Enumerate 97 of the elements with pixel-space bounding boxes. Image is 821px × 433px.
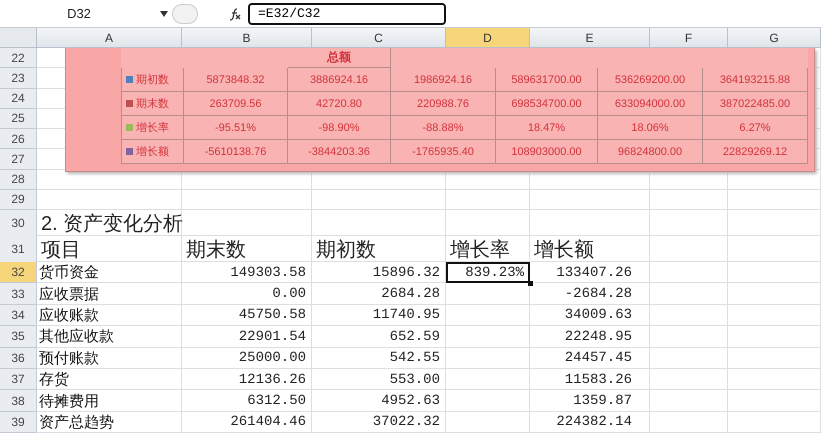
chart-table-cell: 5873848.32 [184,68,288,92]
chart-table-cell: -98.90% [288,116,391,140]
table-cell-text: 149303.58 [229,264,307,283]
table-cell-text: 2684.28 [380,285,441,304]
dropdown-caret-icon[interactable] [160,10,168,16]
table-cell-text: 25000.00 [238,349,307,368]
chart-table-cell: 18.06% [598,116,703,140]
table-cell-text: 0.00 [271,285,307,304]
formula-field[interactable]: =E32/C32 [248,2,446,24]
table-cell-text: 应收账款 [38,306,100,326]
legend-label: 期初数 [136,72,169,87]
row-header[interactable]: 34 [0,304,37,326]
row-header[interactable]: 32 [0,262,37,284]
column-header[interactable]: A [37,28,182,48]
column-header[interactable]: D [446,28,530,48]
chart-table-cell: 364193215.88 [703,68,808,92]
chart-table-cell: 96824800.00 [598,140,703,164]
table-cell-text: 133407.26 [555,264,633,283]
column-header[interactable]: B [182,28,312,48]
table-cell-text: 224382.14 [555,413,633,432]
row-header[interactable]: 24 [0,88,37,109]
chart-table-cell: 698534700.00 [496,92,598,116]
row-header[interactable]: 27 [0,149,37,170]
table-cell-text: 货币资金 [38,263,100,284]
row-header[interactable]: 39 [0,412,37,433]
table-cell-text: 6312.50 [246,392,307,412]
table-cell-text: 11740.95 [372,306,441,326]
chart-table-cell: 6.27% [703,116,808,140]
table-cell-text: -2684.28 [564,285,633,304]
chart-table-header: 总额 [288,48,391,68]
table-cell-text: 22248.95 [564,328,633,347]
table-cell-text: 261404.46 [229,413,307,432]
active-cell[interactable]: 839.23% [446,262,530,284]
column-header[interactable]: E [530,28,650,48]
row-header[interactable]: 36 [0,348,37,369]
chart-table-cell: -3844203.36 [288,140,391,164]
chart-table-cell: 108903000.00 [496,140,598,164]
row-header[interactable]: 37 [0,368,37,390]
chart-table-cell: 633094000.00 [598,92,703,116]
column-heading: 项目 [40,238,81,263]
chart-table-cell: 536269200.00 [598,68,703,92]
row-header[interactable]: 26 [0,129,37,150]
column-heading: 增长额 [533,238,594,263]
table-cell-text: 4952.63 [380,392,441,412]
table-cell-text: 12136.26 [238,370,307,390]
row-header[interactable]: 31 [0,236,37,263]
chart-table-cell: 220988.76 [391,92,496,116]
table-cell-text: 553.00 [388,370,441,390]
row-header[interactable]: 23 [0,68,37,88]
chart-table-cell: 18.47% [496,116,598,140]
table-cell-text: 1359.87 [572,392,633,412]
row-header[interactable]: 33 [0,283,37,305]
column-header[interactable]: G [728,28,821,48]
row-header[interactable]: 35 [0,326,37,348]
name-box[interactable]: D32 [4,2,154,24]
table-cell-text: 24457.45 [564,349,633,368]
row-header[interactable]: 25 [0,108,37,129]
table-cell-text: 37022.32 [372,413,441,432]
column-header[interactable]: C [312,28,446,48]
table-cell-text: 应收票据 [38,284,100,305]
column-heading: 期末数 [185,238,246,263]
table-cell-text: 其他应收款 [38,327,115,348]
column-header[interactable]: F [650,28,728,48]
legend-label: 期末数 [136,97,169,111]
chart-table-cell: 1986924.16 [391,68,496,92]
column-heading: 增长率 [449,238,510,263]
section-title: 2. 资产变化分析 [40,212,184,237]
chart-table-cell: 263709.56 [184,92,288,116]
row-header[interactable]: 29 [0,190,37,210]
chart-table-cell: 42720.80 [288,92,391,116]
chart-table-cell: 22829269.12 [703,140,808,164]
table-cell-text: 11583.26 [564,370,633,390]
row-header[interactable]: 38 [0,390,37,412]
chart-table-cell: -88.88% [391,116,496,140]
table-cell-text: 15896.32 [372,264,441,283]
table-cell-text: 34009.63 [564,306,633,326]
chart-table-cell: -95.51% [184,116,288,140]
row-header[interactable]: 28 [0,170,37,190]
column-heading: 期初数 [315,238,376,263]
table-cell-text: 22901.54 [238,328,307,347]
row-header[interactable]: 22 [0,48,37,68]
chart-table-cell: 387022485.00 [703,92,808,116]
table-cell-text: 542.55 [388,349,441,368]
chart-table-cell: 589631700.00 [496,68,598,92]
chart-table-cell: 3886924.16 [288,68,391,92]
table-cell-text: 存货 [38,370,70,390]
table-cell-text: 资产总趋势 [38,412,115,433]
chart-table-cell: -1765935.40 [391,140,496,164]
table-cell-text: 45750.58 [238,306,307,326]
table-cell-text: 652.59 [388,328,441,347]
legend-label: 增长率 [136,120,169,135]
table-cell-text: 预付账款 [38,348,100,369]
chart-table-cell: -5610138.76 [184,140,288,164]
row-header[interactable]: 30 [0,210,37,237]
legend-label: 增长额 [136,144,169,159]
table-cell-text: 待摊费用 [38,392,100,412]
function-icon[interactable] [228,6,242,20]
